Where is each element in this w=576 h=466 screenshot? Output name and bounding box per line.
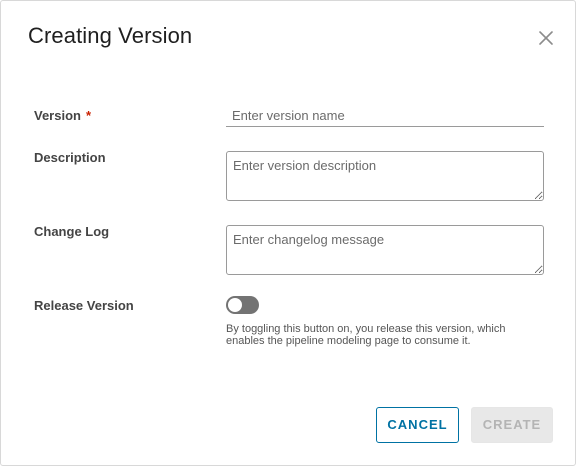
create-button[interactable]: CREATE <box>471 407 553 443</box>
cancel-button[interactable]: CANCEL <box>376 407 459 443</box>
toggle-knob <box>228 298 242 312</box>
dialog-title: Creating Version <box>28 23 193 48</box>
close-icon <box>539 31 553 45</box>
create-version-dialog: Creating Version Version * Description Ch… <box>0 0 576 466</box>
version-label-text: Version <box>34 108 81 123</box>
change-log-label: Change Log <box>34 224 110 239</box>
required-asterisk: * <box>85 108 92 123</box>
release-version-toggle[interactable] <box>226 296 259 314</box>
change-log-textarea[interactable] <box>226 225 544 275</box>
description-textarea[interactable] <box>226 151 544 201</box>
version-label: Version * <box>34 108 91 123</box>
release-version-label: Release Version <box>34 298 134 313</box>
release-version-helper-text: By toggling this button on, you release … <box>226 323 506 347</box>
description-label: Description <box>34 150 106 165</box>
version-name-input[interactable] <box>226 104 544 127</box>
close-button[interactable] <box>532 24 560 52</box>
